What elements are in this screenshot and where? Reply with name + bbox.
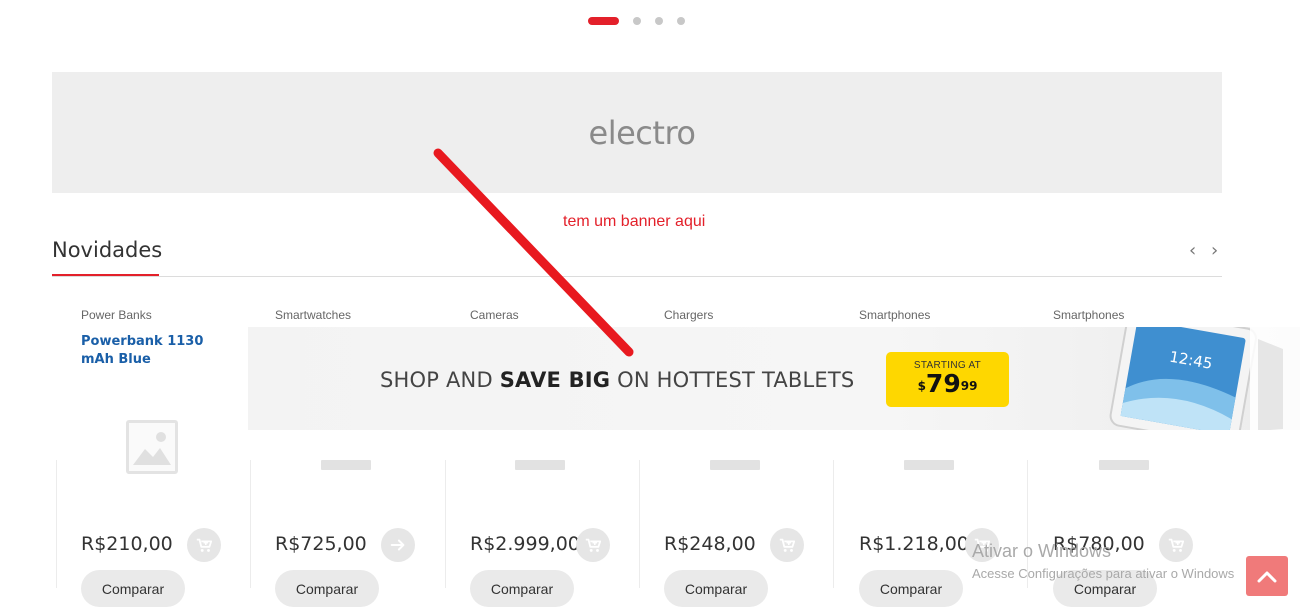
product-category[interactable]: Cameras xyxy=(470,308,519,322)
windows-activation-watermark: Ativar o Windows Acesse Configurações pa… xyxy=(972,541,1234,581)
product-category[interactable]: Smartphones xyxy=(1053,308,1124,322)
product-image[interactable] xyxy=(1099,460,1149,470)
add-to-cart-icon xyxy=(585,538,602,552)
section-title-underline xyxy=(52,274,159,276)
watermark-subtitle: Acesse Configurações para ativar o Windo… xyxy=(972,566,1235,581)
price-tag-cents: 99 xyxy=(960,379,978,393)
add-to-cart-button[interactable] xyxy=(187,528,221,562)
product-price: R$210,00 xyxy=(81,533,173,555)
electro-banner[interactable]: electro xyxy=(52,72,1222,193)
image-placeholder-icon[interactable] xyxy=(126,420,178,474)
card-divider xyxy=(833,460,834,588)
product-price: R$2.999,00 xyxy=(470,533,580,555)
product-name[interactable]: Powerbank 1130 mAh Blue xyxy=(81,333,211,369)
carousel-dot-1[interactable] xyxy=(588,17,619,25)
product-category[interactable]: Smartwatches xyxy=(275,308,351,322)
add-to-cart-button[interactable] xyxy=(576,528,610,562)
headline-bold: SAVE BIG xyxy=(499,368,611,392)
product-price: R$1.218,00 xyxy=(859,533,969,555)
compare-button[interactable]: Comparar xyxy=(470,570,574,607)
tablet-image: 12:45 xyxy=(1109,327,1300,430)
next-arrow-icon[interactable]: › xyxy=(1211,242,1218,260)
product-category[interactable]: Smartphones xyxy=(859,308,930,322)
product-image[interactable] xyxy=(321,460,371,470)
product-image[interactable] xyxy=(515,460,565,470)
product-category[interactable]: Power Banks xyxy=(81,308,152,322)
scroll-to-top-button[interactable] xyxy=(1246,556,1288,596)
card-divider xyxy=(250,460,251,588)
product-card-1[interactable]: Power Banks Powerbank 1130 mAh Blue R$21… xyxy=(52,300,246,614)
compare-button[interactable]: Comparar xyxy=(275,570,379,607)
carousel-dot-3[interactable] xyxy=(655,17,663,25)
price-tag-whole: 79 xyxy=(925,369,961,398)
tablet-banner-headline: SHOP AND SAVE BIG ON HOTTEST TABLETS xyxy=(380,368,854,392)
product-price: R$248,00 xyxy=(664,533,756,555)
add-to-cart-icon xyxy=(196,538,213,552)
view-product-button[interactable] xyxy=(381,528,415,562)
tablet-promo-banner[interactable]: SHOP AND SAVE BIG ON HOTTEST TABLETS STA… xyxy=(248,327,1300,430)
price-tag-amount: $7999 xyxy=(886,371,1009,397)
section-divider xyxy=(52,276,1222,277)
product-image[interactable] xyxy=(904,460,954,470)
chevron-up-icon xyxy=(1257,571,1277,583)
add-to-cart-icon xyxy=(779,538,796,552)
card-divider xyxy=(639,460,640,588)
card-divider xyxy=(445,460,446,588)
prev-arrow-icon[interactable]: ‹ xyxy=(1189,242,1196,260)
price-tag-currency: $ xyxy=(917,379,926,393)
card-divider xyxy=(56,460,57,588)
headline-suffix: ON HOTTEST TABLETS xyxy=(610,368,855,392)
section-title: Novidades xyxy=(52,238,163,262)
product-category[interactable]: Chargers xyxy=(664,308,713,322)
add-to-cart-button[interactable] xyxy=(770,528,804,562)
compare-button[interactable]: Comparar xyxy=(859,570,963,607)
product-image[interactable] xyxy=(710,460,760,470)
product-price: R$725,00 xyxy=(275,533,367,555)
arrow-right-icon xyxy=(390,539,405,551)
compare-button[interactable]: Comparar xyxy=(81,570,185,607)
headline-prefix: SHOP AND xyxy=(380,368,500,392)
carousel-dot-2[interactable] xyxy=(633,17,641,25)
compare-button[interactable]: Comparar xyxy=(664,570,768,607)
electro-banner-text: electro xyxy=(588,113,696,152)
price-tag: STARTING AT $7999 xyxy=(886,352,1009,407)
annotation-text: tem um banner aqui xyxy=(563,213,706,230)
watermark-title: Ativar o Windows xyxy=(972,541,1112,561)
carousel-dot-4[interactable] xyxy=(677,17,685,25)
